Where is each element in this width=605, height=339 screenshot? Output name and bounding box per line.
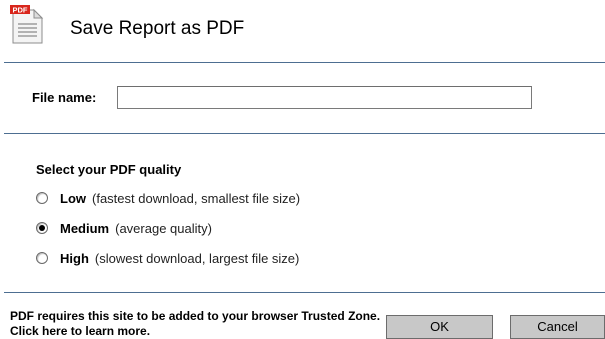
quality-option-description: (fastest download, smallest file size) (92, 190, 301, 206)
dialog-title: Save Report as PDF (70, 18, 245, 39)
quality-option-description: (slowest download, largest file size) (94, 250, 300, 266)
filename-input[interactable] (117, 86, 532, 109)
quality-heading: Select your PDF quality (36, 162, 182, 177)
quality-option-name: Low (60, 190, 86, 206)
trusted-zone-notice-link[interactable]: PDF requires this site to be added to yo… (10, 309, 390, 339)
quality-option-name: Medium (60, 220, 110, 236)
quality-option-name: High (60, 250, 89, 266)
save-pdf-dialog: PDF Save Report as PDF File name: Select… (0, 0, 605, 339)
quality-option-medium[interactable]: Medium (average quality) (36, 218, 212, 238)
quality-high-radio[interactable] (36, 252, 48, 264)
pdf-icon-badge: PDF (13, 6, 28, 15)
header-divider (4, 62, 605, 63)
quality-option-high[interactable]: High (slowest download, largest file siz… (36, 248, 299, 268)
ok-button[interactable]: OK (386, 315, 493, 339)
quality-low-radio[interactable] (36, 192, 48, 204)
quality-option-low[interactable]: Low (fastest download, smallest file siz… (36, 188, 300, 208)
quality-medium-radio[interactable] (36, 222, 48, 234)
filename-divider (4, 133, 605, 134)
dialog-header: PDF Save Report as PDF (0, 0, 605, 62)
filename-label: File name: (32, 90, 97, 105)
quality-option-description: (average quality) (115, 220, 212, 236)
pdf-document-icon: PDF (10, 5, 44, 44)
cancel-button[interactable]: Cancel (510, 315, 605, 339)
footer-divider (4, 292, 605, 293)
